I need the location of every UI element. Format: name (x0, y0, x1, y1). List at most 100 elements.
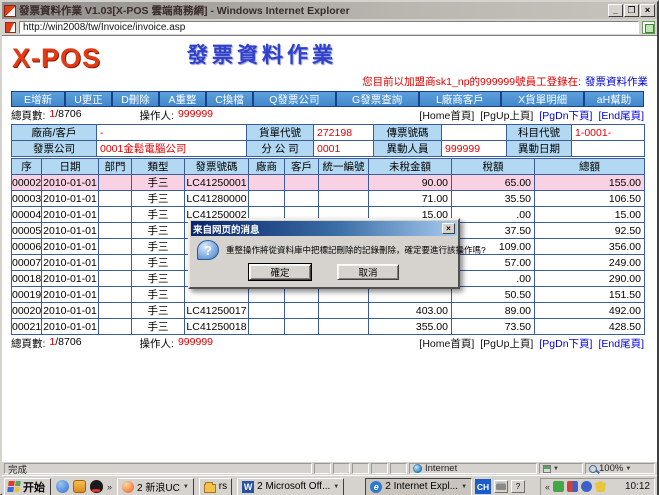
nav-link[interactable]: [End尾頁] (598, 108, 644, 123)
dialog-titlebar: 来自网页的消息 × (191, 221, 457, 236)
company-field[interactable]: 0001金鬆電腦公司 (97, 141, 247, 157)
restore-icon[interactable]: ❐ (624, 4, 639, 17)
printer-icon[interactable] (494, 480, 508, 493)
taskbar-button-2[interactable]: rs (199, 478, 232, 495)
dialog-close-icon[interactable]: × (442, 223, 455, 234)
tray-icon[interactable] (567, 481, 578, 492)
branch-field[interactable]: 0001 (314, 141, 374, 157)
table-cell (99, 303, 132, 319)
security-zone: Internet (409, 463, 537, 474)
nav-link[interactable]: [End尾頁] (598, 336, 644, 351)
table-cell: 403.00 (369, 303, 452, 319)
dropdown-arrow-icon[interactable]: ▼ (333, 484, 339, 490)
mod-date-field[interactable] (572, 141, 645, 157)
qq-icon[interactable] (90, 480, 103, 493)
nav-link[interactable]: [PgUp上頁] (480, 108, 533, 123)
protected-mode-control[interactable]: ▼ (539, 463, 583, 474)
status-bar: 完成 Internet ▼ 100% ▼ (2, 461, 657, 475)
table-cell: 2010-01-01 (42, 239, 99, 255)
nav-link[interactable]: [Home首頁] (419, 336, 474, 351)
toolbar-button-3[interactable]: D刪除 (113, 92, 158, 106)
table-cell: 71.00 (369, 191, 452, 207)
url-input[interactable]: http://win2008/tw/Invoice/invoice.asp (19, 21, 639, 34)
column-header: 發票號碼 (185, 159, 249, 175)
toolbar-button-2[interactable]: U更正 (66, 92, 111, 106)
status-cell (390, 463, 407, 474)
help-icon[interactable]: ? (511, 480, 525, 493)
table-cell: 15.00 (535, 207, 645, 223)
table-row[interactable]: 000202010-01-01手三LC41250017403.0089.0049… (12, 303, 645, 319)
vendor-field[interactable]: - (97, 125, 247, 141)
table-cell: 2010-01-01 (42, 191, 99, 207)
table-cell: 手三 (132, 319, 185, 335)
tray-icon[interactable] (595, 481, 606, 492)
dropdown-arrow-icon[interactable]: ▼ (461, 484, 467, 490)
table-cell: 手三 (132, 223, 185, 239)
toolbar-button-5[interactable]: C換檔 (207, 92, 252, 106)
toolbar-button-7[interactable]: G發票查詢 (337, 92, 418, 106)
voucher-label: 傳票號碼 (374, 125, 442, 141)
table-cell (285, 191, 319, 207)
minimize-icon[interactable]: _ (608, 4, 623, 17)
clock: 10:12 (625, 481, 650, 492)
column-header: 未稅金額 (369, 159, 452, 175)
toolbar-button-1[interactable]: E增新 (12, 92, 64, 106)
start-button[interactable]: 开始 (4, 478, 51, 495)
table-cell (319, 191, 369, 207)
toolbar-button-10[interactable]: aH幫助 (585, 92, 643, 106)
tray-icon[interactable] (581, 481, 592, 492)
table-cell: 手三 (132, 271, 185, 287)
nav-link[interactable]: [PgUp上頁] (480, 336, 533, 351)
table-cell (285, 303, 319, 319)
column-header: 類型 (132, 159, 185, 175)
zoom-control[interactable]: 100% ▼ (585, 463, 655, 474)
quicklaunch-chevron-icon[interactable]: » (107, 482, 112, 492)
taskbar-button-1[interactable]: 2 新浪UC▼ (117, 478, 194, 495)
tray-icon[interactable] (553, 481, 564, 492)
table-cell (319, 175, 369, 191)
tray-chevron-icon[interactable]: « (545, 482, 550, 492)
toolbar-button-6[interactable]: Q發票公司 (254, 92, 335, 106)
tray-icon[interactable] (609, 481, 620, 492)
doc-code-field[interactable]: 272198 (314, 125, 374, 141)
account-field[interactable]: 1-0001- (572, 125, 645, 141)
table-cell: 2010-01-01 (42, 223, 99, 239)
table-cell: LC41250018 (185, 319, 249, 335)
table-cell: 00002* (12, 175, 42, 191)
table-row[interactable]: 00002*2010-01-01手三LC4125000190.0065.0015… (12, 175, 645, 191)
nav-link[interactable]: [PgDn下頁] (539, 336, 592, 351)
table-cell: 2010-01-01 (42, 175, 99, 191)
taskbar-button-4[interactable]: e2 Internet Expl...▼ (365, 478, 472, 495)
taskbar-button-3[interactable]: W2 Microsoft Off...▼ (237, 478, 344, 495)
cancel-button[interactable]: 取消 (337, 264, 399, 280)
table-cell: 00007 (12, 255, 42, 271)
column-header: 總額 (535, 159, 645, 175)
login-notice: 您目前以加盟商sk1_np的999999號員工登錄在:發票資料作業 (362, 74, 648, 89)
table-cell: 90.00 (369, 175, 452, 191)
voucher-field[interactable] (442, 125, 507, 141)
table-cell: 65.00 (452, 175, 535, 191)
table-row[interactable]: 000032010-01-01手三LC4128000071.0035.50106… (12, 191, 645, 207)
toolbar-button-9[interactable]: X貨單明細 (502, 92, 583, 106)
table-cell (99, 207, 132, 223)
quicklaunch-app-icon[interactable] (73, 480, 86, 493)
quicklaunch-messenger-icon[interactable] (56, 480, 69, 493)
nav-link[interactable]: [Home首頁] (419, 108, 474, 123)
page-title: 發票資料作業 (187, 39, 337, 69)
modifier-field[interactable]: 999999 (442, 141, 507, 157)
close-icon[interactable]: × (640, 4, 655, 17)
page-icon[interactable] (642, 21, 655, 34)
table-cell: 355.00 (369, 319, 452, 335)
toolbar-button-8[interactable]: L廠商客戶 (420, 92, 501, 106)
column-header: 日期 (42, 159, 99, 175)
ok-button[interactable]: 確定 (249, 264, 311, 280)
nav-link[interactable]: [PgDn下頁] (539, 108, 592, 123)
magnifier-icon (589, 465, 597, 473)
dropdown-arrow-icon[interactable]: ▼ (183, 484, 189, 490)
table-row[interactable]: 000212010-01-01手三LC41250018355.0073.5042… (12, 319, 645, 335)
table-cell: 手三 (132, 207, 185, 223)
table-cell (99, 271, 132, 287)
table-cell (99, 191, 132, 207)
language-indicator[interactable]: CH (475, 479, 491, 494)
toolbar-button-4[interactable]: A重整 (160, 92, 205, 106)
